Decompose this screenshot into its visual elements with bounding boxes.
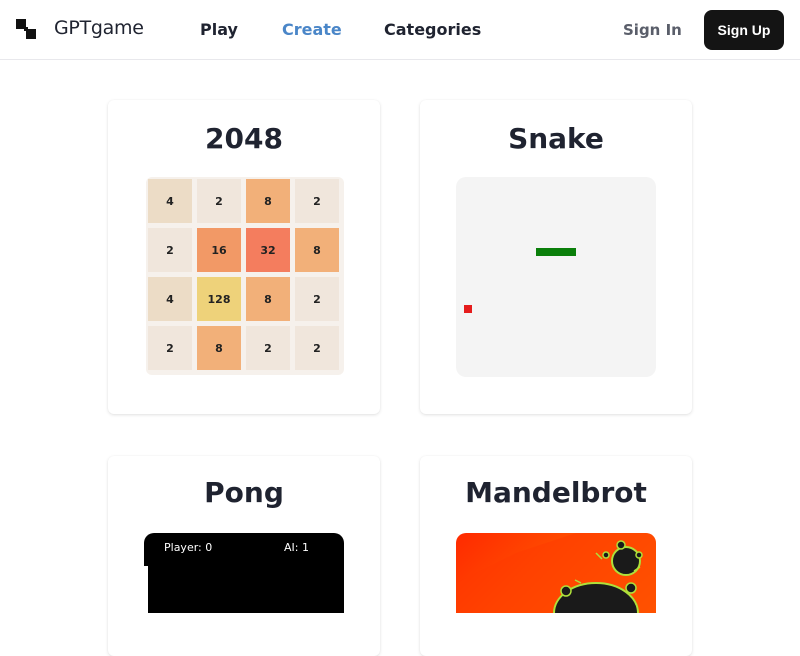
tile-2048: 8 xyxy=(295,228,339,272)
tile-2048: 32 xyxy=(246,228,290,272)
snake-preview xyxy=(456,177,656,377)
mandelbrot-fractal xyxy=(456,533,656,613)
gptgame-logo-icon[interactable] xyxy=(16,19,36,39)
left-paddle xyxy=(144,566,148,616)
tile-2048: 2 xyxy=(148,326,192,370)
tile-2048: 2 xyxy=(295,179,339,223)
top-nav-bar: GPTgame Play Create Categories Sign In S… xyxy=(0,0,800,60)
mandelbrot-preview xyxy=(456,533,656,613)
game-title: 2048 xyxy=(205,122,283,155)
game-title: Snake xyxy=(508,122,604,155)
snake-body xyxy=(536,248,576,256)
tile-2048: 8 xyxy=(246,179,290,223)
player-score: Player: 0 xyxy=(164,541,213,554)
snake-food xyxy=(464,305,472,313)
tile-2048: 2 xyxy=(295,326,339,370)
tile-2048: 4 xyxy=(148,179,192,223)
tile-2048: 4 xyxy=(148,277,192,321)
game-card-2048[interactable]: 2048 4 2 8 2 2 16 32 8 4 128 8 2 2 8 2 2 xyxy=(108,100,380,414)
brand-name[interactable]: GPTgame xyxy=(54,17,144,39)
tile-2048: 8 xyxy=(197,326,241,370)
tile-2048: 128 xyxy=(197,277,241,321)
sign-up-button[interactable]: Sign Up xyxy=(704,10,784,50)
tile-2048: 2 xyxy=(295,277,339,321)
board-2048-preview: 4 2 8 2 2 16 32 8 4 128 8 2 2 8 2 2 xyxy=(146,177,344,375)
ai-score: AI: 1 xyxy=(284,541,309,554)
nav-play[interactable]: Play xyxy=(200,20,238,39)
game-title: Pong xyxy=(204,476,284,509)
nav-create[interactable]: Create xyxy=(282,20,342,39)
game-title: Mandelbrot xyxy=(465,476,647,509)
tile-2048: 2 xyxy=(197,179,241,223)
game-card-mandelbrot[interactable]: Mandelbrot xyxy=(420,456,692,656)
game-card-snake[interactable]: Snake xyxy=(420,100,692,414)
tile-2048: 8 xyxy=(246,277,290,321)
sign-in-link[interactable]: Sign In xyxy=(623,21,682,39)
nav-categories[interactable]: Categories xyxy=(384,20,481,39)
pong-preview: Player: 0 AI: 1 xyxy=(144,533,344,616)
tile-2048: 2 xyxy=(148,228,192,272)
tile-2048: 16 xyxy=(197,228,241,272)
game-card-pong[interactable]: Pong Player: 0 AI: 1 xyxy=(108,456,380,656)
tile-2048: 2 xyxy=(246,326,290,370)
